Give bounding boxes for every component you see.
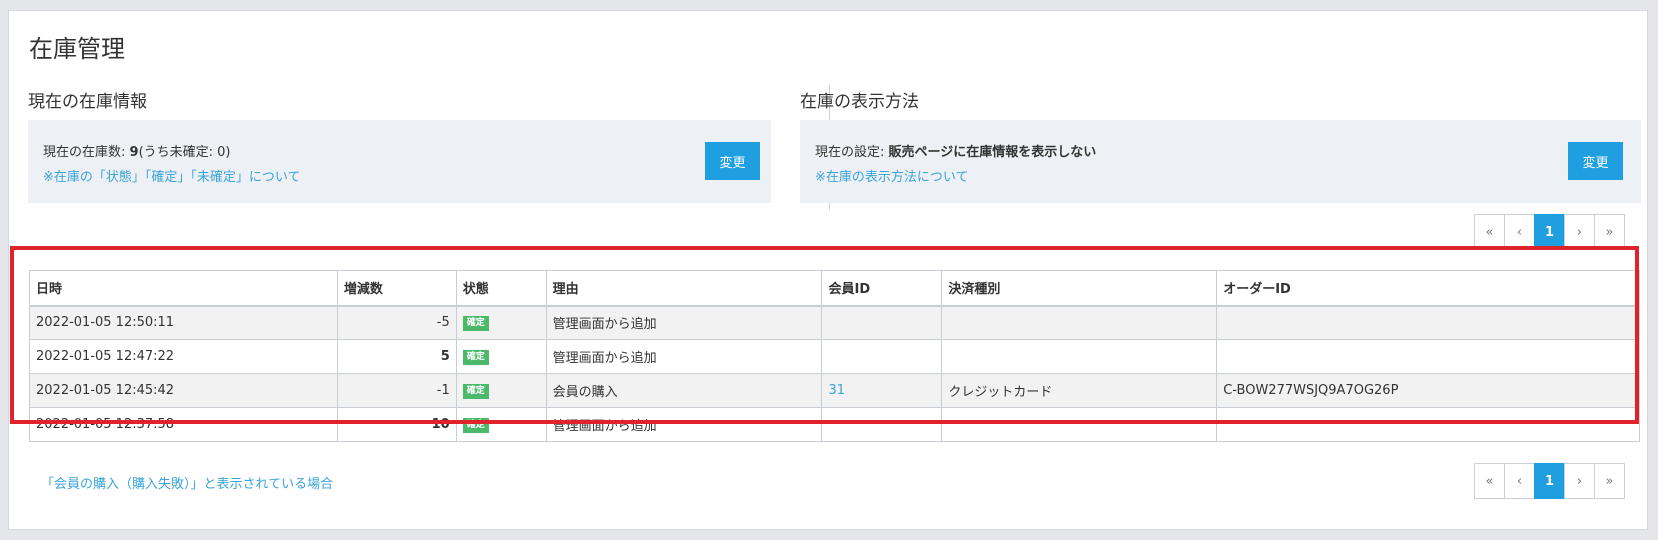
page-first-button[interactable]: «	[1474, 214, 1505, 250]
page-prev-button[interactable]: ‹	[1504, 214, 1535, 250]
display-method-help-link[interactable]: ※在庫の表示方法について	[815, 166, 969, 185]
stock-info-title: 現在の在庫情報	[28, 92, 147, 112]
stock-unconfirmed: (うち未確定: 0)	[138, 145, 231, 160]
pagination-top: « ‹ 1 › »	[1474, 214, 1625, 250]
display-setting-line: 現在の設定: 販売ページに在庫情報を表示しない	[815, 141, 1096, 160]
stock-change-button[interactable]: 変更	[705, 142, 760, 180]
pagination-bottom: « ‹ 1 › »	[1474, 463, 1625, 499]
page-current-button[interactable]: 1	[1534, 214, 1565, 250]
page-first-button[interactable]: «	[1474, 463, 1505, 499]
display-setting-label: 現在の設定:	[815, 145, 889, 160]
display-method-box: 現在の設定: 販売ページに在庫情報を表示しない ※在庫の表示方法について 変更	[800, 120, 1641, 203]
display-change-button[interactable]: 変更	[1568, 142, 1623, 180]
stock-count-line: 現在の在庫数: 9(うち未確定: 0)	[43, 141, 231, 160]
page-current-button[interactable]: 1	[1534, 463, 1565, 499]
stock-info-box: 現在の在庫数: 9(うち未確定: 0) ※在庫の「状態」「確定」「未確定」につい…	[28, 120, 771, 203]
page-last-button[interactable]: »	[1594, 463, 1625, 499]
page-title: 在庫管理	[29, 35, 125, 63]
stock-count-value: 9	[129, 145, 139, 160]
table-highlight-frame	[10, 246, 1639, 424]
purchase-failure-help-link[interactable]: 「会員の購入（購入失敗）」と表示されている場合	[41, 473, 333, 492]
stock-status-help-link[interactable]: ※在庫の「状態」「確定」「未確定」について	[43, 166, 301, 185]
page-last-button[interactable]: »	[1594, 214, 1625, 250]
page-next-button[interactable]: ›	[1564, 463, 1595, 499]
stock-count-label: 現在の在庫数:	[43, 145, 130, 160]
page-next-button[interactable]: ›	[1564, 214, 1595, 250]
display-setting-value: 販売ページに在庫情報を表示しない	[888, 145, 1097, 160]
page-prev-button[interactable]: ‹	[1504, 463, 1535, 499]
display-method-title: 在庫の表示方法	[800, 92, 919, 112]
